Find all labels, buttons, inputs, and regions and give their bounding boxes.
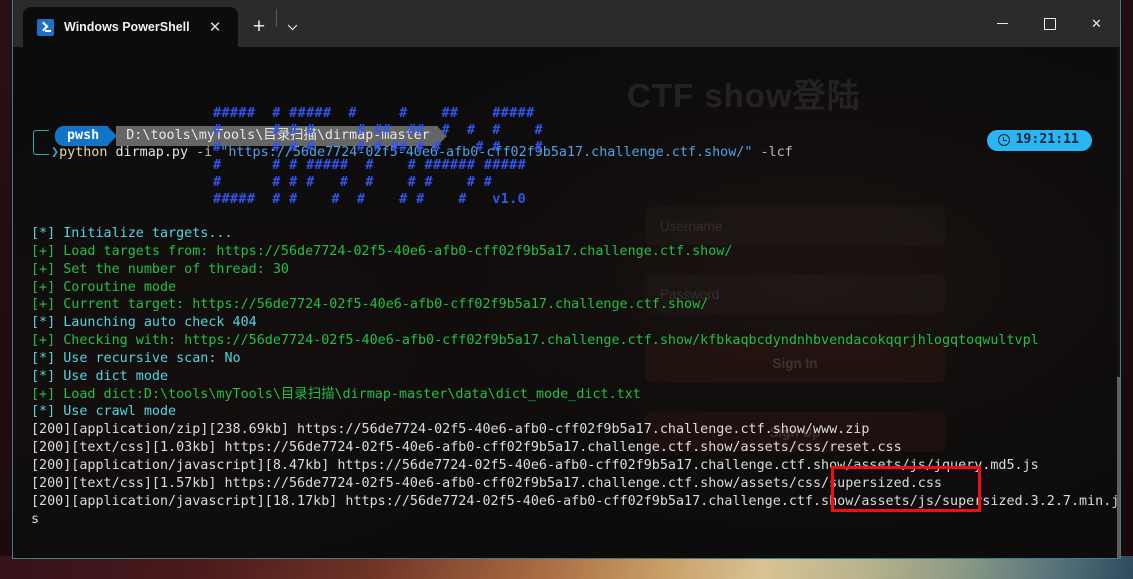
log-line: [+] Load dict:D:\tools\myTools\目录扫描\dirm… [31, 386, 641, 402]
command-script: dirmap.py [107, 145, 197, 161]
dirmap-ascii-banner: ##### # ##### # # ## ##### # # # # # ## … [213, 106, 544, 208]
log-line: [+] Load targets from: https://56de7724-… [31, 243, 733, 259]
powershell-icon [37, 18, 54, 36]
window-titlebar: Windows PowerShell ✕ + ✕ [13, 0, 1120, 47]
terminal-scrollbar[interactable] [1117, 47, 1120, 558]
log-line: [200][application/javascript][18.17kb] h… [31, 493, 1120, 527]
clock-icon [998, 134, 1011, 147]
window-controls: ✕ [979, 0, 1120, 47]
prompt-connector-glyph [33, 130, 49, 156]
log-line: [200][text/css][1.03kb] https://56de7724… [31, 440, 902, 456]
terminal-body[interactable]: CTF show登陆 Username Password Sign In Sig… [13, 47, 1120, 558]
chevron-down-glyph [287, 24, 297, 30]
log-line: [*] Initialize targets... [31, 226, 233, 241]
log-line: [+] Coroutine mode [31, 279, 177, 295]
log-line: [200][application/zip][238.69kb] https:/… [31, 422, 870, 438]
log-line: [*] Use crawl mode [31, 404, 177, 420]
minimize-button[interactable] [979, 0, 1026, 47]
clock-time: 19:21:11 [1015, 132, 1079, 148]
scrollbar-thumb[interactable] [1117, 377, 1120, 558]
maximize-button[interactable] [1026, 0, 1073, 47]
prompt-chevron-icon: ❯ [51, 145, 60, 161]
command-app: python [59, 145, 108, 161]
prompt-shell-segment: pwsh [55, 125, 109, 146]
console-output: pwsh D:\tools\myTools\目录扫描\dirmap-master… [13, 47, 1120, 527]
scan-log: [*] Initialize targets... [+] Load target… [31, 225, 1120, 528]
command-flag-input: -i [196, 145, 213, 161]
command-flag-lcf: -lcf [752, 145, 793, 161]
close-window-button[interactable]: ✕ [1073, 0, 1120, 47]
log-line: [+] Current target: https://56de7724-02f… [31, 297, 709, 313]
log-line: [200][application/javascript][8.47kb] ht… [31, 457, 1039, 473]
log-line: [*] Launching auto check 404 [31, 315, 257, 331]
clock-badge: 19:21:11 [987, 130, 1092, 152]
new-tab-button[interactable]: + [242, 7, 276, 47]
terminal-tab-powershell[interactable]: Windows PowerShell ✕ [23, 7, 238, 47]
chevron-down-icon[interactable] [277, 7, 307, 47]
log-line: [+] Set the number of thread: 30 [31, 261, 289, 277]
log-line: [*] Use dict mode [31, 368, 169, 384]
tab-title: Windows PowerShell [64, 20, 190, 34]
log-line: [200][text/css][1.57kb] https://56de7724… [31, 475, 942, 491]
shell-prompt: pwsh D:\tools\myTools\目录扫描\dirmap-master… [21, 125, 1120, 162]
log-line: [+] Checking with: https://56de7724-02f5… [31, 333, 1039, 349]
powershell-window: Windows PowerShell ✕ + ✕ CTF show登陆 User… [12, 0, 1121, 559]
log-line: [*] Use recursive scan: No [31, 350, 241, 366]
close-tab-icon[interactable]: ✕ [202, 14, 228, 40]
